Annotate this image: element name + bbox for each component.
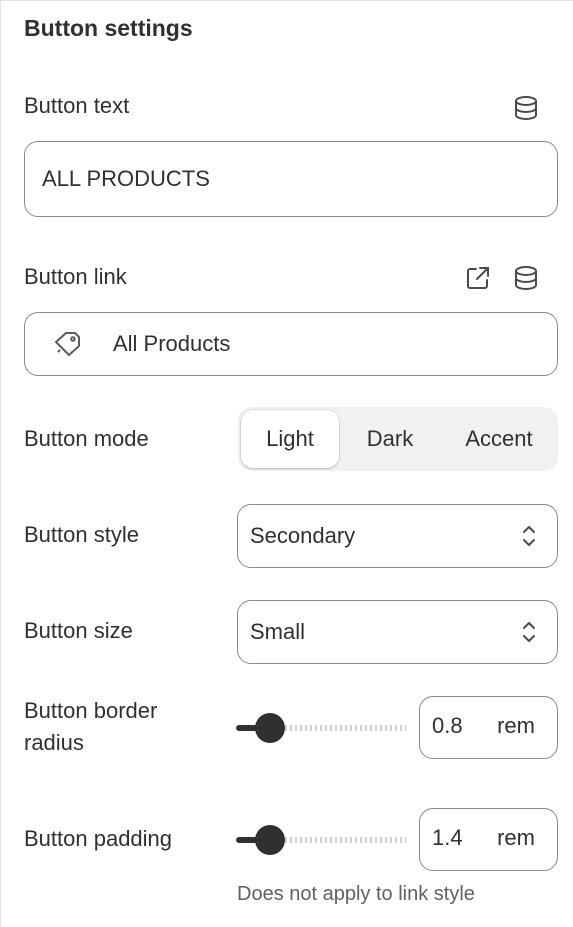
external-link-icon[interactable] <box>465 265 491 291</box>
button-style-label: Button style <box>24 522 139 547</box>
border-radius-label: Button border radius <box>24 698 158 755</box>
slider-track <box>285 725 406 731</box>
section-title: Button settings <box>24 15 193 41</box>
button-link-input[interactable]: All Products <box>24 312 558 376</box>
button-mode-toggle: Light Dark Accent <box>238 407 558 471</box>
database-icon[interactable] <box>513 265 539 291</box>
padding-input[interactable]: 1.4 rem <box>419 808 558 871</box>
padding-label: Button padding <box>24 826 173 851</box>
slider-thumb[interactable] <box>255 825 285 855</box>
tag-icon <box>53 331 83 357</box>
slider-track <box>285 837 406 843</box>
padding-unit: rem <box>497 825 535 850</box>
button-settings-panel: Button settings Button text ALL PRODUCTS… <box>0 0 573 927</box>
slider-thumb[interactable] <box>255 713 285 743</box>
padding-value: 1.4 <box>432 825 463 850</box>
mode-option-light[interactable]: Light <box>241 410 339 468</box>
button-size-label: Button size <box>24 618 133 643</box>
button-link-value: All Products <box>113 331 231 356</box>
button-link-label: Button link <box>24 264 127 289</box>
button-text-input[interactable]: ALL PRODUCTS <box>24 141 558 217</box>
mode-option-dark[interactable]: Dark <box>342 407 438 471</box>
border-radius-value: 0.8 <box>432 713 463 738</box>
database-icon[interactable] <box>513 95 539 121</box>
border-radius-input[interactable]: 0.8 rem <box>419 696 558 759</box>
button-size-select[interactable]: Small <box>237 600 558 664</box>
button-text-value: ALL PRODUCTS <box>42 166 210 191</box>
padding-help-text: Does not apply to link style <box>237 883 475 905</box>
border-radius-slider[interactable] <box>236 708 406 748</box>
button-text-label: Button text <box>24 93 130 118</box>
mode-option-accent[interactable]: Accent <box>443 407 555 471</box>
button-style-value: Secondary <box>250 523 356 548</box>
padding-slider[interactable] <box>236 820 406 860</box>
select-chevron-icon <box>521 522 537 550</box>
button-style-select[interactable]: Secondary <box>237 504 558 568</box>
select-chevron-icon <box>521 618 537 646</box>
button-mode-label: Button mode <box>24 426 149 451</box>
button-size-value: Small <box>250 619 306 644</box>
border-radius-unit: rem <box>497 713 535 738</box>
